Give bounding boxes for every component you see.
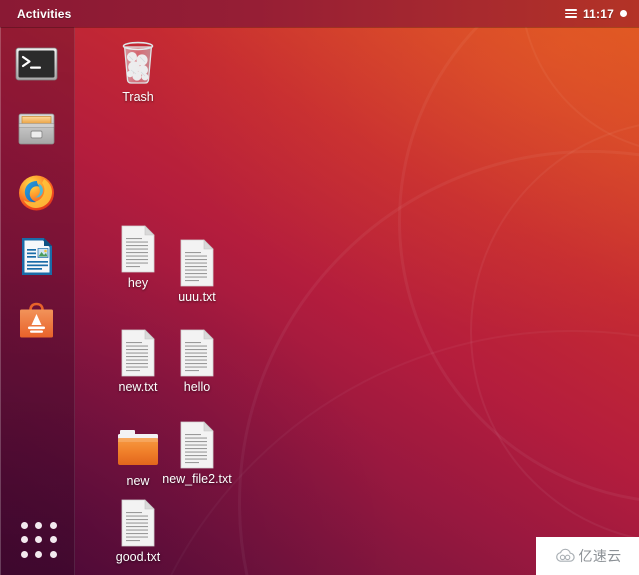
- firefox-icon: [19, 175, 54, 211]
- text-file-icon: [99, 496, 177, 548]
- desktop-icon-label: Trash: [122, 90, 154, 104]
- document-editor-icon: [22, 238, 52, 275]
- desktop-icon-label: hello: [183, 380, 211, 394]
- shopping-bag-icon: [20, 302, 53, 338]
- desktop-icon-good-txt[interactable]: good.txt: [99, 496, 177, 564]
- desktop-icon-hello[interactable]: hello: [158, 326, 236, 394]
- dock-item-libreoffice-writer[interactable]: [14, 234, 59, 279]
- power-dot-icon[interactable]: [620, 10, 627, 17]
- desktop-icon-uuu-txt[interactable]: uuu.txt: [158, 236, 236, 304]
- grid-dot: [35, 536, 43, 544]
- grid-dot: [21, 522, 28, 529]
- cloud-icon: [555, 548, 575, 562]
- grid-dot: [35, 522, 43, 529]
- text-file-icon: [158, 326, 236, 378]
- watermark-text: 亿速云: [578, 549, 622, 565]
- wallpaper-sheen: [0, 0, 639, 575]
- desktop-icon-label: new_file2.txt: [162, 472, 232, 486]
- desktop-screen: Activities 11:17 Trash hey uuu.txt new.t…: [0, 0, 639, 575]
- text-file-icon: [158, 236, 236, 288]
- dock: [0, 27, 75, 575]
- text-file-icon: [158, 418, 236, 470]
- desktop-icon-trash[interactable]: Trash: [99, 36, 177, 104]
- desktop-icon-label: uuu.txt: [178, 290, 216, 304]
- grid-dot: [49, 522, 57, 529]
- trash-icon: [99, 36, 177, 88]
- top-bar: Activities 11:17: [0, 0, 639, 27]
- grid-dot: [49, 536, 57, 544]
- wallpaper: [0, 0, 639, 575]
- grid-dot: [35, 550, 43, 558]
- dock-item-terminal[interactable]: [14, 42, 59, 87]
- grid-dot: [49, 550, 57, 558]
- dock-item-ubuntu-software[interactable]: [14, 298, 59, 343]
- show-applications-button[interactable]: [18, 519, 62, 563]
- hamburger-icon[interactable]: [564, 9, 577, 18]
- activities-button[interactable]: Activities: [17, 7, 71, 21]
- grid-dot: [21, 536, 28, 544]
- grid-dot: [21, 550, 28, 558]
- dock-item-firefox[interactable]: [14, 170, 59, 215]
- dock-item-files[interactable]: [14, 106, 59, 151]
- desktop-icon-label: good.txt: [115, 550, 161, 564]
- system-tray: 11:17: [564, 7, 627, 21]
- file-cabinet-icon: [18, 113, 55, 145]
- watermark: 亿速云: [536, 537, 639, 575]
- terminal-icon: [15, 47, 58, 81]
- clock[interactable]: 11:17: [583, 7, 614, 21]
- desktop-icon-new-file2[interactable]: new_file2.txt: [158, 418, 236, 486]
